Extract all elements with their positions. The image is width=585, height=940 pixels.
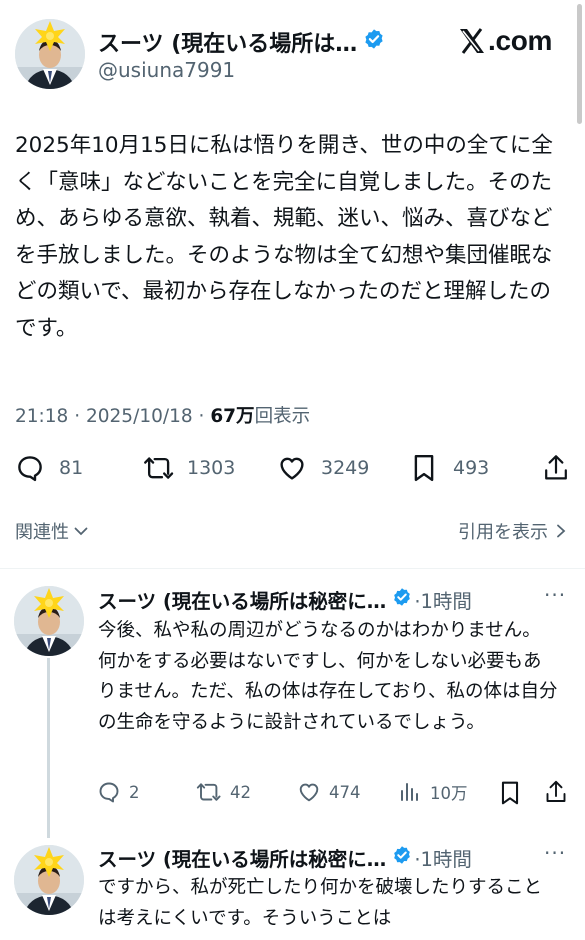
views-count: 10万: [430, 784, 468, 803]
reply-timestamp[interactable]: ·1時間: [414, 585, 472, 614]
heart-icon: [299, 783, 319, 802]
bookmark-icon: [501, 781, 519, 805]
reply-button[interactable]: 81: [15, 453, 83, 483]
share-button[interactable]: [544, 779, 568, 805]
analytics-icon: [401, 783, 418, 801]
reply-avatar[interactable]: [14, 586, 84, 656]
meta-separator: ·: [198, 406, 205, 427]
bookmark-button[interactable]: [499, 780, 521, 806]
repost-count: 42: [230, 782, 251, 802]
section-divider: [0, 568, 585, 569]
view-quotes-link[interactable]: 引用を表示: [458, 518, 570, 544]
reply-text: 今後、私や私の周辺がどうなるのかはわかりません。何かをする必要はないですし、何か…: [98, 620, 558, 733]
scrollbar[interactable]: [577, 4, 582, 124]
like-count: 474: [329, 782, 361, 802]
views-button[interactable]: 10万: [398, 780, 468, 804]
meta-separator: ·: [74, 406, 81, 427]
reply-author-row[interactable]: スーツ (現在いる場所は秘密に… ·1時間: [98, 843, 472, 872]
tweet-meta: 21:18 · 2025/10/18 · 67万回表示: [15, 402, 310, 428]
more-options-icon[interactable]: ···: [544, 583, 566, 607]
tweet-text: 2025年10月15日に私は悟りを開き、世の中の全てに全く「意味」などないことを…: [15, 133, 553, 341]
more-options-icon[interactable]: ···: [544, 841, 566, 865]
author-name-row[interactable]: スーツ (現在いる場所は…: [98, 26, 385, 58]
tweet-date[interactable]: 2025/10/18: [86, 406, 193, 427]
reply-avatar[interactable]: [14, 845, 84, 915]
share-icon: [546, 780, 566, 802]
heart-icon: [280, 457, 304, 480]
share-icon: [545, 455, 567, 480]
repost-button[interactable]: 1303: [143, 453, 235, 483]
repost-icon: [144, 457, 174, 479]
site-logo-suffix: .com: [488, 25, 553, 56]
sort-relevance-button[interactable]: 関連性: [15, 518, 91, 544]
verified-badge-icon: [392, 587, 412, 612]
reply-display-name[interactable]: スーツ (現在いる場所は秘密に…: [98, 843, 386, 872]
sort-quote-row: 関連性 引用を表示: [15, 518, 570, 544]
display-name[interactable]: スーツ (現在いる場所は…: [98, 26, 357, 58]
repost-button[interactable]: 42: [196, 780, 251, 804]
thread-connector: [47, 658, 50, 838]
like-button[interactable]: 3249: [277, 453, 369, 483]
reply-count: 2: [129, 782, 140, 802]
reply-timestamp[interactable]: ·1時間: [414, 843, 472, 872]
bookmark-icon: [414, 454, 434, 482]
reply-count: 81: [59, 457, 84, 479]
reply-display-name[interactable]: スーツ (現在いる場所は秘密に…: [98, 585, 386, 614]
site-logo: .com: [458, 25, 552, 57]
verified-badge-icon: [392, 845, 412, 870]
like-count: 3249: [321, 457, 370, 479]
reply-icon: [18, 456, 42, 482]
x-logo-icon: [460, 28, 484, 54]
repost-count: 1303: [187, 457, 236, 479]
avatar[interactable]: [15, 19, 85, 89]
tweet-time[interactable]: 21:18: [15, 406, 68, 427]
views-count[interactable]: 67万: [210, 406, 254, 427]
reply-author-row[interactable]: スーツ (現在いる場所は秘密に… ·1時間: [98, 585, 472, 614]
bookmark-count: 493: [453, 457, 490, 479]
bookmark-button[interactable]: 493: [411, 453, 489, 483]
reply-button[interactable]: 2: [97, 780, 140, 804]
author-handle[interactable]: @usiuna7991: [98, 58, 235, 82]
view-quotes-label: 引用を表示: [458, 522, 548, 543]
sort-label: 関連性: [15, 522, 69, 543]
verified-badge-icon: [363, 28, 385, 56]
chevron-right-icon: [557, 524, 566, 538]
views-label[interactable]: 回表示: [255, 406, 311, 427]
repost-icon: [196, 783, 221, 801]
chevron-down-icon: [74, 527, 88, 536]
like-button[interactable]: 474: [297, 780, 361, 804]
reply-text: ですから、私が死亡したり何かを破壊したりすることは考えにくいです。そういうことは: [98, 877, 543, 929]
reply-icon: [99, 782, 119, 803]
share-button[interactable]: [542, 453, 570, 483]
